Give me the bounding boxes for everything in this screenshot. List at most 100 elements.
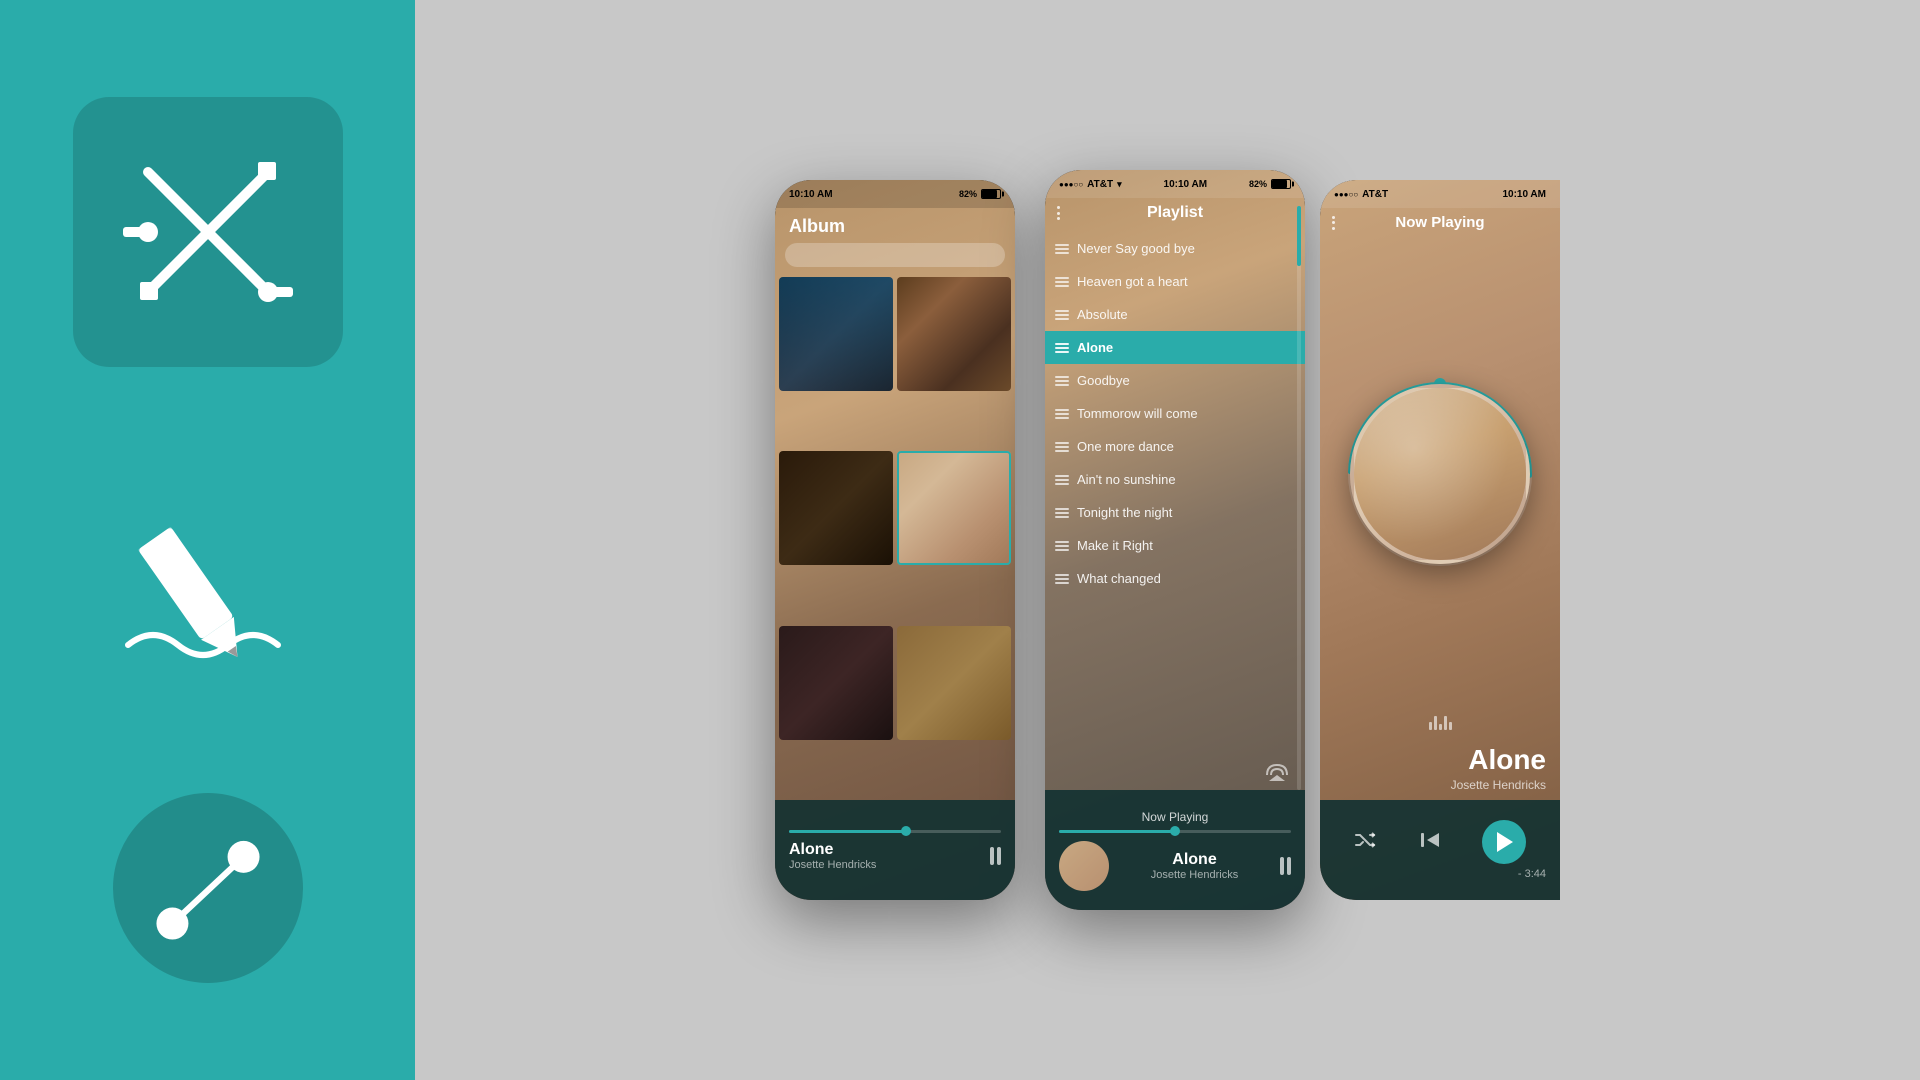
album-progress-bar[interactable] bbox=[789, 830, 1001, 833]
track-title: Goodbye bbox=[1077, 373, 1130, 388]
playlist-phone: ●●●○○ AT&T ▾ 10:10 AM 82% bbox=[1045, 170, 1305, 910]
playlist-status-right: 82% bbox=[1249, 179, 1291, 189]
track-what-changed[interactable]: What changed bbox=[1045, 562, 1305, 595]
line-icon-area bbox=[113, 793, 303, 983]
track-handle-icon bbox=[1055, 475, 1069, 485]
shuffle-button[interactable] bbox=[1354, 831, 1378, 854]
playlist-list: Never Say good bye Heaven got a heart bbox=[1045, 228, 1305, 790]
album-pause-button[interactable] bbox=[990, 847, 1001, 865]
playlist-battery-pct: 82% bbox=[1249, 179, 1267, 189]
playlist-battery-icon bbox=[1271, 179, 1291, 189]
track-handle-icon bbox=[1055, 343, 1069, 353]
playlist-np-avatar bbox=[1059, 841, 1109, 891]
album-thumb-bridge[interactable] bbox=[779, 277, 893, 391]
album-status-bar: 10:10 AM 82% bbox=[775, 180, 1015, 208]
playlist-np-info: Alone Josette Hendricks bbox=[1059, 841, 1291, 891]
album-battery-icon bbox=[981, 189, 1001, 199]
track-make-it-right[interactable]: Make it Right bbox=[1045, 529, 1305, 562]
album-np-artist: Josette Hendricks bbox=[789, 859, 876, 871]
connector-icon-box bbox=[73, 97, 343, 367]
track-alone[interactable]: Alone bbox=[1045, 331, 1305, 364]
np-eq-icon[interactable] bbox=[1429, 716, 1452, 730]
nowplaying-phone: ●●●○○ AT&T 10:10 AM Now Playing bbox=[1320, 180, 1560, 900]
playlist-np-text: Alone Josette Hendricks bbox=[1109, 851, 1280, 881]
np-time-remaining: - 3:44 bbox=[1334, 864, 1546, 880]
phones-area: 10:10 AM 82% Album bbox=[415, 0, 1920, 1080]
track-handle-icon bbox=[1055, 277, 1069, 287]
np-controls: - 3:44 bbox=[1320, 800, 1560, 900]
track-absolute[interactable]: Absolute bbox=[1045, 298, 1305, 331]
left-panel bbox=[0, 0, 415, 1080]
np-header-title: Now Playing bbox=[1395, 214, 1484, 231]
play-button[interactable] bbox=[1482, 820, 1526, 864]
album-np-info: Alone Josette Hendricks bbox=[789, 841, 1001, 871]
np-controls-row bbox=[1334, 820, 1546, 864]
album-title: Album bbox=[775, 208, 1015, 243]
track-title: Ain't no sunshine bbox=[1077, 472, 1176, 487]
playlist-np-title: Alone bbox=[1109, 851, 1280, 869]
pencil-icon-area bbox=[73, 480, 343, 680]
album-status-right: 82% bbox=[959, 189, 1001, 199]
album-np-title: Alone bbox=[789, 841, 876, 859]
np-track-artist: Josette Hendricks bbox=[1320, 778, 1560, 800]
album-np-text: Alone Josette Hendricks bbox=[789, 841, 876, 871]
playlist-pause-button[interactable] bbox=[1280, 857, 1291, 875]
playlist-title: Playlist bbox=[1147, 204, 1203, 222]
playlist-status-bar: ●●●○○ AT&T ▾ 10:10 AM 82% bbox=[1045, 170, 1305, 198]
playlist-scrollbar[interactable] bbox=[1297, 206, 1301, 790]
np-time: 10:10 AM bbox=[1502, 189, 1546, 200]
track-handle-icon bbox=[1055, 310, 1069, 320]
track-never-say-goodbye[interactable]: Never Say good bye bbox=[1045, 232, 1305, 265]
album-thumb-guitar[interactable] bbox=[779, 451, 893, 565]
album-thumb-woman[interactable] bbox=[897, 451, 1011, 565]
playlist-progress-bar[interactable] bbox=[1059, 830, 1291, 833]
playlist-np-artist: Josette Hendricks bbox=[1109, 869, 1280, 881]
np-full-header: Now Playing bbox=[1320, 208, 1560, 237]
album-search-bar[interactable] bbox=[785, 243, 1005, 267]
np-menu-dots[interactable] bbox=[1332, 216, 1335, 230]
track-handle-icon bbox=[1055, 508, 1069, 518]
playlist-scrollbar-thumb bbox=[1297, 206, 1301, 266]
album-phone: 10:10 AM 82% Album bbox=[775, 180, 1015, 900]
playlist-carrier: ●●●○○ AT&T ▾ bbox=[1059, 179, 1122, 190]
album-thumb-dark-woman[interactable] bbox=[779, 626, 893, 740]
album-grid bbox=[775, 273, 1015, 800]
track-title: Absolute bbox=[1077, 307, 1128, 322]
track-handle-icon bbox=[1055, 376, 1069, 386]
track-title: Make it Right bbox=[1077, 538, 1153, 553]
track-one-more-dance[interactable]: One more dance bbox=[1045, 430, 1305, 463]
album-thumb-hat[interactable] bbox=[897, 626, 1011, 740]
pencil-icon bbox=[98, 495, 318, 665]
np-album-art-area bbox=[1320, 237, 1560, 710]
np-eq-area bbox=[1320, 710, 1560, 736]
track-tonight-the-night[interactable]: Tonight the night bbox=[1045, 496, 1305, 529]
np-album-art-circle bbox=[1350, 384, 1530, 564]
line-icon bbox=[128, 808, 288, 968]
track-goodbye[interactable]: Goodbye bbox=[1045, 364, 1305, 397]
playlist-time: 10:10 AM bbox=[1164, 179, 1208, 190]
track-title: What changed bbox=[1077, 571, 1161, 586]
track-handle-icon bbox=[1055, 442, 1069, 452]
album-time: 10:10 AM bbox=[789, 189, 833, 200]
track-title: Tonight the night bbox=[1077, 505, 1172, 520]
track-handle-icon bbox=[1055, 541, 1069, 551]
connector-icon bbox=[118, 142, 298, 322]
np-carrier: ●●●○○ AT&T bbox=[1334, 189, 1388, 200]
track-tomorrow-will-come[interactable]: Tommorow will come bbox=[1045, 397, 1305, 430]
track-heaven-got-a-heart[interactable]: Heaven got a heart bbox=[1045, 265, 1305, 298]
playlist-menu-dots[interactable] bbox=[1057, 206, 1060, 220]
album-thumb-wood[interactable] bbox=[897, 277, 1011, 391]
track-handle-icon bbox=[1055, 244, 1069, 254]
playlist-now-playing-bar: Now Playing Alone Josette Hendricks bbox=[1045, 790, 1305, 910]
playlist-now-playing-label: Now Playing bbox=[1059, 810, 1291, 824]
airplay-icon[interactable] bbox=[1263, 761, 1291, 788]
track-handle-icon bbox=[1055, 409, 1069, 419]
album-now-playing-bar: Alone Josette Hendricks bbox=[775, 800, 1015, 900]
track-title: Never Say good bye bbox=[1077, 241, 1195, 256]
track-title: Alone bbox=[1077, 340, 1113, 355]
skip-back-button[interactable] bbox=[1419, 831, 1441, 854]
album-battery-pct: 82% bbox=[959, 189, 977, 199]
track-aint-no-sunshine[interactable]: Ain't no sunshine bbox=[1045, 463, 1305, 496]
np-status-bar: ●●●○○ AT&T 10:10 AM bbox=[1320, 180, 1560, 208]
track-title: Tommorow will come bbox=[1077, 406, 1198, 421]
